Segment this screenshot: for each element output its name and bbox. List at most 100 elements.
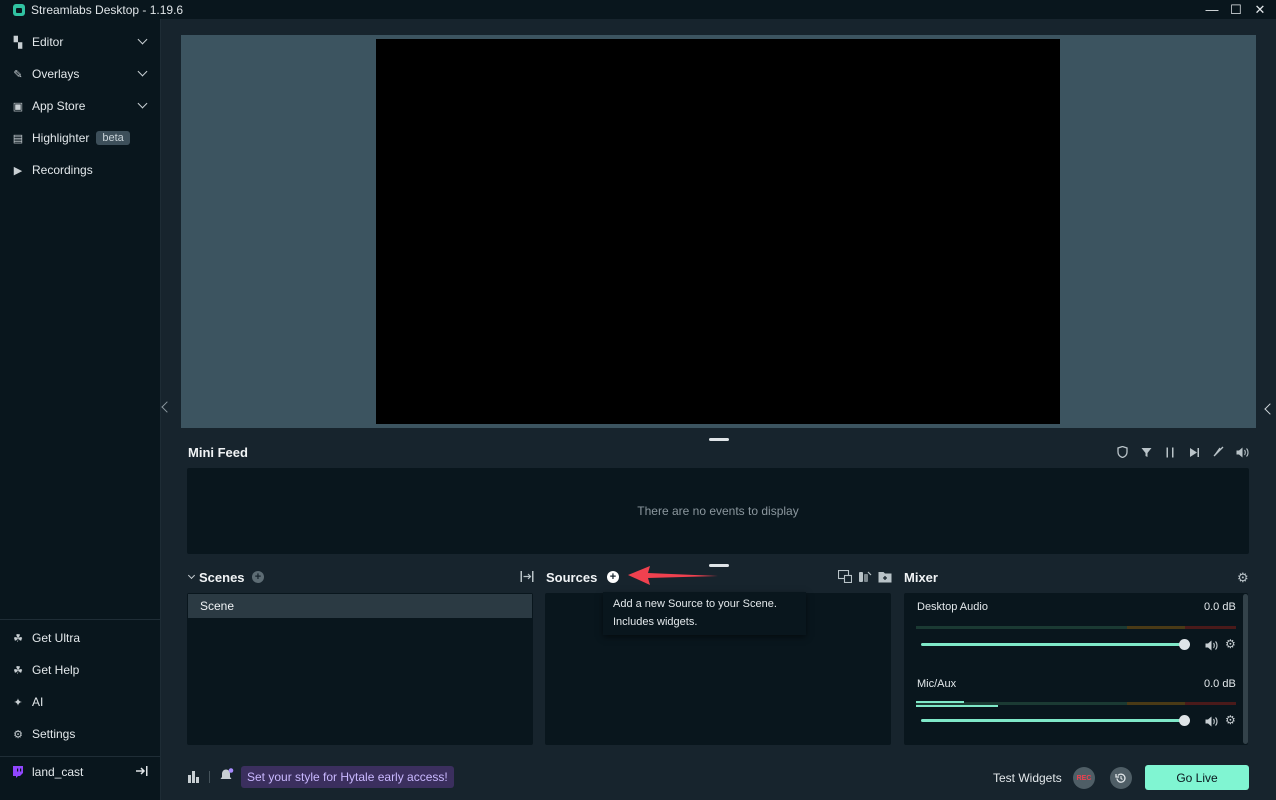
rec-label: REC	[1076, 774, 1092, 782]
sidebar-item-get-ultra[interactable]: ☘ Get Ultra	[0, 622, 160, 654]
sidebar-item-settings[interactable]: ⚙ Settings	[0, 718, 160, 750]
sources-title: Sources	[546, 570, 598, 585]
pause-icon[interactable]	[1158, 445, 1182, 459]
sidebar-item-label: AI	[32, 695, 44, 709]
sparkle-icon: ✦	[13, 696, 23, 709]
title-bar: Streamlabs Desktop - 1.19.6	[0, 0, 1276, 19]
volume-meter	[916, 626, 1236, 629]
mixer-channel-name: Mic/Aux	[917, 678, 957, 690]
volume-slider-handle[interactable]	[1179, 639, 1190, 650]
studio-preview[interactable]	[181, 35, 1256, 428]
go-live-button[interactable]: Go Live	[1145, 765, 1249, 790]
divider	[209, 771, 210, 783]
window-title: Streamlabs Desktop - 1.19.6	[31, 2, 184, 17]
add-folder-icon[interactable]	[878, 570, 892, 588]
volume-icon[interactable]	[1205, 638, 1218, 656]
scene-name: Scene	[200, 599, 235, 613]
sidebar-item-highlighter[interactable]: ▤ Highlighter beta	[0, 122, 160, 154]
list-item[interactable]: Scene	[188, 594, 532, 618]
sidebar-item-editor[interactable]: ▚ Editor	[0, 26, 160, 58]
account-row[interactable]: land_cast	[0, 756, 160, 788]
sidebar-item-get-help[interactable]: ☘ Get Help	[0, 654, 160, 686]
annotation-arrow-icon	[628, 566, 718, 585]
sidebar-item-label: Recordings	[32, 163, 93, 177]
resize-handle[interactable]	[709, 438, 729, 441]
volume-icon[interactable]	[1205, 714, 1218, 732]
maximize-button[interactable]: ☐	[1224, 0, 1248, 19]
replay-buffer-button[interactable]	[1110, 767, 1132, 789]
source-group-icon[interactable]	[858, 570, 872, 588]
record-button[interactable]: REC	[1073, 767, 1095, 789]
sidebar-item-label: Get Help	[32, 663, 80, 677]
beta-badge: beta	[96, 131, 130, 145]
mixer-panel	[904, 593, 1248, 745]
volume-icon[interactable]	[1230, 445, 1254, 459]
mute-alerts-icon[interactable]	[1206, 445, 1230, 459]
store-icon: ▣	[12, 100, 24, 113]
promo-banner[interactable]: Set your style for Hytale early access!	[241, 766, 454, 788]
ultra-icon: ☘	[13, 632, 23, 645]
minifeed-events: There are no events to display	[187, 468, 1249, 554]
mixer-title: Mixer	[904, 570, 938, 585]
go-live-label: Go Live	[1176, 770, 1218, 785]
twitch-icon	[11, 765, 25, 779]
close-button[interactable]: ✕	[1248, 0, 1272, 19]
preview-canvas[interactable]	[376, 39, 1060, 424]
gear-icon[interactable]: ⚙	[1225, 637, 1236, 651]
performance-icon[interactable]	[187, 770, 200, 788]
add-scene-icon[interactable]: +	[252, 571, 264, 583]
chevron-down-icon[interactable]	[137, 98, 148, 109]
mixer-channel-db: 0.0 dB	[1204, 678, 1236, 690]
gear-icon: ⚙	[13, 728, 23, 741]
overlays-icon: ✎	[13, 68, 23, 81]
sidebar-item-label: Settings	[32, 727, 76, 741]
volume-meter-level	[916, 701, 964, 703]
volume-slider-handle[interactable]	[1179, 715, 1190, 726]
editor-icon: ▚	[13, 36, 23, 49]
highlighter-icon: ▤	[12, 132, 24, 145]
sidebar-item-ai[interactable]: ✦ AI	[0, 686, 160, 718]
streamlabs-logo-icon	[13, 3, 25, 16]
sidebar-item-label: App Store	[32, 99, 86, 113]
chevron-down-icon[interactable]	[137, 66, 148, 77]
tooltip-line: Includes widgets.	[613, 616, 698, 628]
account-name: land_cast	[32, 765, 84, 779]
scenes-title: Scenes	[199, 570, 245, 585]
mixer-channel-db: 0.0 dB	[1204, 601, 1236, 613]
filter-icon[interactable]	[1134, 445, 1158, 459]
minifeed-title: Mini Feed	[188, 445, 248, 460]
replay-icon	[1115, 773, 1126, 783]
volume-slider[interactable]	[921, 643, 1185, 646]
tooltip-line: Add a new Source to your Scene.	[613, 598, 777, 610]
minifeed-toolbar	[1110, 445, 1254, 459]
gear-icon[interactable]: ⚙	[1237, 570, 1249, 586]
play-circle-icon: ▶	[13, 164, 23, 177]
mixer-scrollbar[interactable]	[1243, 594, 1248, 744]
sidebar-item-app-store[interactable]: ▣ App Store	[0, 90, 160, 122]
promo-text: Set your style for Hytale early access!	[247, 770, 448, 784]
logout-icon[interactable]	[135, 765, 148, 780]
volume-slider[interactable]	[921, 719, 1185, 722]
sidebar-item-recordings[interactable]: ▶ Recordings	[0, 154, 160, 186]
sidebar-item-label: Get Ultra	[32, 631, 81, 645]
notification-bell-icon[interactable]	[220, 768, 234, 787]
volume-meter-level	[916, 705, 998, 707]
minifeed-empty-text: There are no events to display	[637, 504, 799, 518]
test-widgets-button[interactable]: Test Widgets	[993, 771, 1062, 785]
add-source-tooltip: Add a new Source to your Scene. Includes…	[603, 592, 806, 635]
add-source-icon[interactable]: +	[607, 571, 619, 583]
expand-right-panel-icon[interactable]	[1264, 403, 1276, 415]
sidebar-item-overlays[interactable]: ✎ Overlays	[0, 58, 160, 90]
skip-icon[interactable]	[1182, 445, 1206, 459]
source-selection-icon[interactable]	[837, 569, 853, 588]
sidebar-divider	[0, 619, 160, 620]
chevron-down-icon[interactable]	[137, 34, 148, 45]
sidebar-item-label: Overlays	[32, 67, 80, 81]
scene-transitions-icon[interactable]	[520, 570, 534, 588]
minimize-button[interactable]: —	[1200, 0, 1224, 19]
sidebar-item-label: Highlighter	[32, 131, 90, 145]
collapse-sidebar-icon[interactable]	[161, 401, 173, 413]
shield-icon[interactable]	[1110, 445, 1134, 459]
gear-icon[interactable]: ⚙	[1225, 713, 1236, 727]
sidebar-item-label: Editor	[32, 35, 64, 49]
